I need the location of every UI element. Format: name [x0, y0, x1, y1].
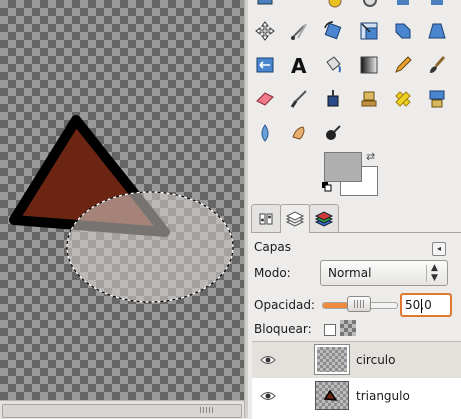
- select-arrows-icon: ▲ ▼: [431, 263, 438, 283]
- panel-menu-button[interactable]: ◂: [432, 242, 446, 256]
- smudge-icon: [292, 126, 305, 140]
- perspective-icon: [428, 23, 446, 39]
- lock-pixels-checkbox[interactable]: [324, 324, 336, 336]
- layer-name[interactable]: triangulo: [356, 389, 410, 403]
- tool-fuzzy[interactable]: [322, 0, 348, 14]
- tool-rotate[interactable]: [320, 18, 346, 44]
- mode-value: Normal: [328, 266, 372, 280]
- layers-list: circulo triangulo: [252, 341, 461, 419]
- mode-select[interactable]: Normal ▲ ▼: [320, 260, 448, 286]
- tool-text[interactable]: A: [286, 52, 312, 78]
- align-icon: [257, 0, 273, 5]
- opacity-slider-handle[interactable]: [347, 296, 371, 312]
- tool-zoom[interactable]: [358, 0, 384, 14]
- shear-icon: [395, 23, 411, 39]
- ink-icon: [327, 90, 339, 107]
- move-icon: [255, 21, 275, 41]
- image-canvas[interactable]: [0, 0, 244, 400]
- dodge-burn-icon: [326, 125, 341, 140]
- opacity-spinbox[interactable]: 50,0: [400, 293, 452, 317]
- tool-shear[interactable]: [390, 18, 416, 44]
- tool-smudge[interactable]: [286, 120, 312, 146]
- crop-icon: [291, 23, 307, 40]
- tool-scale[interactable]: [356, 18, 382, 44]
- flip-icon: [256, 57, 274, 73]
- mode-label: Modo:: [254, 266, 291, 280]
- channels-icon: [314, 210, 334, 227]
- paths-icon: [431, 0, 443, 5]
- tool-dodge-burn[interactable]: [320, 120, 346, 146]
- visibility-eye-icon[interactable]: [260, 353, 276, 367]
- tool-blur[interactable]: [252, 120, 278, 146]
- panel-title: Capas: [254, 240, 291, 254]
- layer-name[interactable]: circulo: [356, 353, 395, 367]
- visibility-eye-icon[interactable]: [260, 389, 276, 403]
- lock-alpha-icon[interactable]: [340, 320, 356, 336]
- layers-icon: [285, 211, 305, 227]
- tool-align[interactable]: [252, 0, 278, 14]
- swap-colors-icon[interactable]: ⇄: [366, 150, 375, 163]
- tool-heal[interactable]: [390, 86, 416, 112]
- tool-options-icon: [259, 213, 273, 224]
- tool-bucket-fill[interactable]: [320, 52, 346, 78]
- foreground-color-swatch[interactable]: [324, 152, 362, 182]
- layer-thumbnail: [314, 344, 350, 375]
- select-separator: [426, 265, 427, 282]
- perspective-clone-icon: [429, 90, 445, 108]
- layer-row[interactable]: triangulo: [252, 378, 461, 414]
- tab-tool-options[interactable]: [251, 204, 281, 232]
- pencil-icon: [395, 56, 412, 73]
- canvas-drawing: [9, 115, 234, 303]
- svg-text:A: A: [291, 54, 307, 76]
- reset-colors-icon[interactable]: [322, 182, 332, 192]
- horizontal-scrollbar[interactable]: [0, 400, 244, 419]
- tool-measure[interactable]: [390, 0, 416, 14]
- tool-paintbrush[interactable]: [424, 52, 450, 78]
- lock-label: Bloquear:: [254, 322, 312, 336]
- paintbrush-icon: [430, 56, 446, 73]
- eraser-icon: [256, 92, 274, 106]
- clone-icon: [361, 91, 377, 107]
- opacity-value: 50,0: [405, 298, 432, 312]
- tool-ink[interactable]: [320, 86, 346, 112]
- blend-gradient-icon: [360, 56, 378, 74]
- airbrush-icon: [290, 90, 307, 108]
- tool-eraser[interactable]: [252, 86, 278, 112]
- fuzzy-select-icon: [328, 0, 342, 8]
- tool-move[interactable]: [252, 18, 278, 44]
- tool-clone[interactable]: [356, 86, 382, 112]
- tool-pencil[interactable]: [390, 52, 416, 78]
- tool-paths[interactable]: [424, 0, 450, 14]
- measure-icon: [397, 0, 409, 5]
- rotate-icon: [324, 21, 342, 40]
- tool-crop[interactable]: [286, 18, 312, 44]
- tool-blend[interactable]: [356, 52, 382, 78]
- blur-icon: [261, 124, 269, 142]
- circle-layer-shape: [67, 192, 233, 302]
- opacity-label: Opacidad:: [254, 298, 315, 312]
- tab-layers[interactable]: [280, 204, 310, 233]
- triangle-thumbnail-icon: [323, 389, 338, 401]
- dock-tabs: [251, 204, 461, 233]
- opacity-slider[interactable]: [320, 294, 398, 316]
- tool-perspective-clone[interactable]: [424, 86, 450, 112]
- tab-channels[interactable]: [309, 204, 339, 232]
- layer-row[interactable]: circulo: [252, 342, 461, 378]
- text-icon: A: [291, 54, 307, 76]
- heal-icon: [395, 91, 411, 107]
- tool-perspective[interactable]: [424, 18, 450, 44]
- scale-icon: [360, 22, 378, 40]
- bucket-fill-icon: [326, 56, 341, 73]
- text-cursor: [421, 299, 422, 313]
- scrollbar-grip: [200, 407, 214, 413]
- color-swatches: ⇄: [322, 150, 380, 196]
- tool-flip[interactable]: [252, 52, 278, 78]
- zoom-icon: [363, 0, 377, 7]
- tool-airbrush[interactable]: [286, 86, 312, 112]
- layer-thumbnail: [315, 381, 349, 410]
